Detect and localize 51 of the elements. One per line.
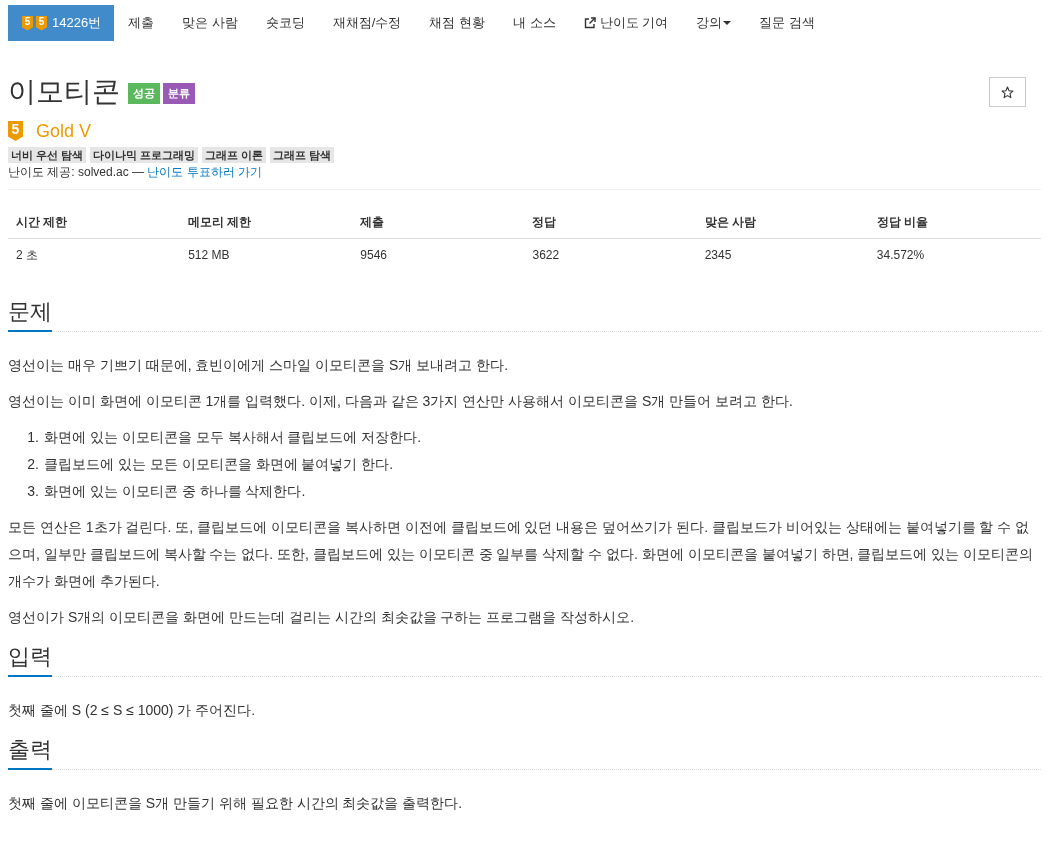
- paragraph: 영선이가 S개의 이모티콘을 화면에 만드는데 걸리는 시간의 최솟값을 구하는 프로그램을 작성하시오.: [8, 608, 636, 627]
- problem-title: 이모티콘: [8, 75, 120, 109]
- nav-link[interactable]: 제출: [114, 5, 169, 41]
- nav-link[interactable]: 질문 검색: [745, 5, 829, 41]
- problem-number-tab[interactable]: 5 5 14226번: [8, 5, 115, 41]
- paragraph: 첫째 줄에 이모티콘을 S개 만들기 위해 필요한 시간의 최솟값을 출력한다.: [8, 794, 464, 813]
- nav-link[interactable]: 채점 현황: [415, 5, 500, 41]
- column-header: 맞은 사람: [696, 206, 869, 239]
- nav-link[interactable]: 재채점/수정: [318, 5, 416, 41]
- table-cell: 34.572%: [868, 238, 1041, 271]
- caret-icon: [723, 21, 732, 25]
- dropdown-menu-button[interactable]: 강의: [682, 5, 746, 41]
- column-header: 정답 비율: [868, 206, 1041, 239]
- table-cell: 512 MB: [180, 238, 353, 271]
- section-heading: 문제: [8, 297, 52, 332]
- algorithm-tag[interactable]: 그래프 이론: [202, 147, 267, 163]
- list-number: 1.: [26, 428, 40, 447]
- algorithm-tag[interactable]: 그래프 탐색: [270, 147, 335, 163]
- star-button[interactable]: [989, 77, 1026, 107]
- column-header: 시간 제한: [8, 206, 181, 239]
- nav-link[interactable]: 숏코딩: [251, 5, 319, 41]
- nav-link[interactable]: 내 소스: [499, 5, 570, 41]
- table-cell: 3622: [524, 238, 697, 271]
- status-label[interactable]: 분류: [163, 83, 195, 104]
- list-number: 2.: [26, 455, 40, 474]
- algorithm-tag[interactable]: 너비 우선 탐색: [8, 147, 87, 163]
- column-header: 제출: [352, 206, 525, 239]
- paragraph: 영선이는 매우 기쁘기 때문에, 효빈이에게 스마일 이모티콘을 S개 보내려고 한다.: [8, 356, 510, 375]
- paragraph: 영선이는 이미 화면에 이모티콘 1개를 입력했다. 이제, 다음과 같은 3가지 연산만 사용해서 이모티콘을 S개 만들어 보려고 한다.: [8, 392, 794, 411]
- list-item-text: 클립보드에 있는 모든 이모티콘을 화면에 붙여넣기 한다.: [44, 455, 394, 474]
- table-cell: 2 초: [8, 238, 181, 271]
- column-header: 정답: [524, 206, 697, 239]
- list-item-text: 화면에 있는 이모티콘 중 하나를 삭제한다.: [44, 482, 306, 501]
- vote-link[interactable]: 난이도 투표하러 가기: [147, 165, 263, 179]
- algorithm-tag[interactable]: 다이나믹 프로그래밍: [90, 147, 199, 163]
- list-item-text: 화면에 있는 이모티콘을 모두 복사해서 클립보드에 저장한다.: [44, 428, 422, 447]
- nav-link[interactable]: 난이도 기여: [569, 5, 683, 41]
- table-cell: 9546: [352, 238, 525, 271]
- tier-badge: 5: [36, 15, 47, 31]
- section-heading: 입력: [8, 642, 52, 677]
- section-heading: 출력: [8, 735, 52, 770]
- difficulty-source-text: 난이도 제공: solved.ac — 난이도 투표하러 가기: [8, 164, 264, 181]
- external-link-icon: [583, 17, 596, 29]
- paragraph: 첫째 줄에 S (2 ≤ S ≤ 1000) 가 주어진다.: [8, 701, 257, 720]
- table-cell: 2345: [696, 238, 869, 271]
- tier-badge: 5: [8, 121, 23, 141]
- column-header: 메모리 제한: [180, 206, 353, 239]
- nav-link[interactable]: 맞은 사람: [168, 5, 252, 41]
- list-number: 3.: [26, 482, 40, 501]
- tier-badge: 5: [22, 15, 33, 31]
- paragraph: 모든 연산은 1초가 걸린다. 또, 클립보드에 이모티콘을 복사하면 이전에 클립보드에 있던 내용은 덮어쓰기가 된다. 클립보드가 비어있는 상태에는 붙여넣기를 할 수 없으며, 일부만 클립보드에 복사할 수는 없다. 또한, 클립보드에 있는 이모티콘 중 일부를 삭제할 수 없다. 화면에 이모티콘을 붙여넣기 하면, 클립보드에 있는 이모티콘의 개수가 화면에 추가된다.: [8, 518, 1035, 591]
